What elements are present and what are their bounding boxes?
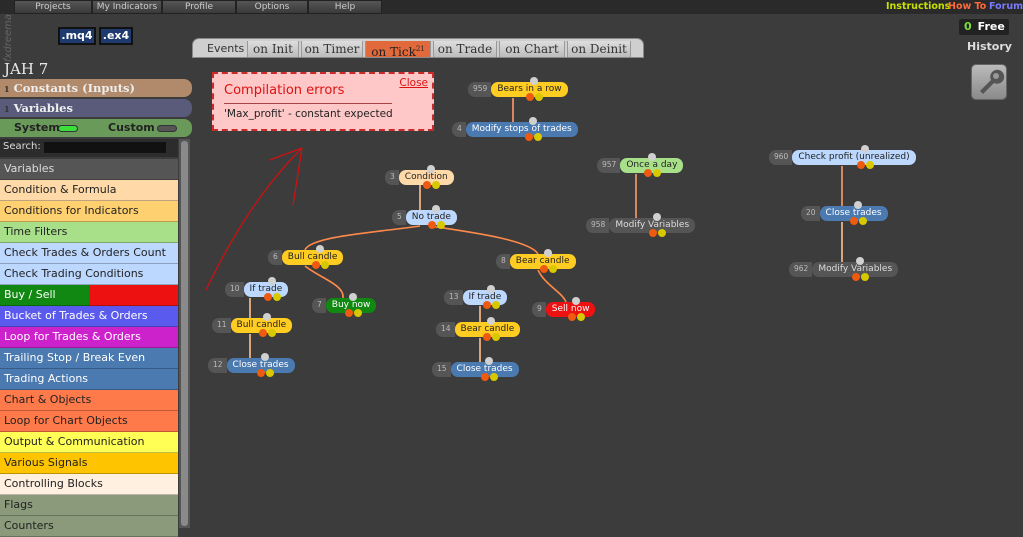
block-modify-stops-of-trades-4[interactable]: 4 Modify stops of trades [452,122,578,137]
block-id: 960 [769,150,793,165]
block-output-connector[interactable] [525,93,534,101]
block-modify-variables-958[interactable]: 958 Modify Variables [586,218,696,233]
block-once-a-day-957[interactable]: 957 Once a day [597,158,684,173]
compilation-errors-popup: Compilation errors Close 'Max_profit' - … [212,72,434,131]
block-bear-candle-8[interactable]: 8 Bear candle [496,254,576,269]
block-input-connector[interactable] [571,297,580,305]
error-divider [224,103,392,104]
block-output-connector[interactable] [653,169,661,177]
block-id: 11 [212,318,231,333]
block-output-connector[interactable] [576,313,585,321]
block-output-connector[interactable] [856,161,865,169]
block-output-connector[interactable] [427,221,436,229]
block-close-trades-20[interactable]: 20 Close trades [801,206,888,221]
block-id: 14 [436,322,455,337]
block-id: 3 [385,170,399,185]
block-bears-in-a-row-959[interactable]: 959 Bears in a row [468,82,568,97]
block-output-connector[interactable] [644,169,652,177]
block-id: 959 [468,82,492,97]
block-id: 15 [432,362,451,377]
block-modify-variables-962[interactable]: 962 Modify Variables [789,262,899,277]
block-label: Modify stops of trades [465,122,578,137]
block-id: 962 [789,262,813,277]
block-output-connector[interactable] [539,265,548,273]
block-input-connector[interactable] [648,153,656,161]
block-input-connector[interactable] [860,145,869,153]
block-output-connector[interactable] [865,161,874,169]
block-id: 6 [268,250,282,265]
block-output-connector[interactable] [267,329,276,337]
block-close-trades-15[interactable]: 15 Close trades [432,362,519,377]
block-input-connector[interactable] [543,249,552,257]
block-output-connector[interactable] [353,309,362,317]
block-label: Check profit (unrealized) [792,150,916,165]
block-bull-candle-6[interactable]: 6 Bull candle [268,250,344,265]
error-popup-title: Compilation errors [224,83,345,98]
block-check-profit-unrealized-960[interactable]: 960 Check profit (unrealized) [769,150,916,165]
block-output-connector[interactable] [320,261,329,269]
block-input-connector[interactable] [262,313,271,321]
block-output-connector[interactable] [548,265,557,273]
error-popup-close[interactable]: Close [399,77,428,89]
block-input-connector[interactable] [486,317,495,325]
block-id: 958 [586,218,610,233]
block-id: 10 [225,282,244,297]
block-output-connector[interactable] [272,293,281,301]
block-output-connector[interactable] [436,221,445,229]
block-output-connector[interactable] [491,333,500,341]
block-output-connector[interactable] [534,93,543,101]
block-no-trade-5[interactable]: 5 No trade [392,210,457,225]
block-output-connector[interactable] [263,293,272,301]
block-condition-3[interactable]: 3 Condition [385,170,454,185]
block-bear-candle-14[interactable]: 14 Bear candle [436,322,521,337]
block-input-connector[interactable] [315,245,324,253]
red-annotation-arrow [205,147,303,291]
block-close-trades-12[interactable]: 12 Close trades [208,358,295,373]
block-bull-candle-11[interactable]: 11 Bull candle [212,318,293,333]
block-output-connector[interactable] [482,333,491,341]
block-output-connector[interactable] [491,301,500,309]
block-output-connector[interactable] [482,301,491,309]
block-id: 13 [444,290,463,305]
block-sell-now-9[interactable]: 9 Sell now [532,302,596,317]
block-input-connector[interactable] [348,293,357,301]
block-id: 8 [496,254,510,269]
block-id: 9 [532,302,546,317]
block-input-connector[interactable] [431,205,440,213]
block-id: 957 [597,158,621,173]
block-input-connector[interactable] [529,77,538,85]
block-id: 20 [801,206,820,221]
block-id: 5 [392,210,406,225]
block-id: 4 [452,122,466,137]
block-output-connector[interactable] [567,313,576,321]
block-id: 12 [208,358,227,373]
block-output-connector[interactable] [258,329,267,337]
block-input-connector[interactable] [267,277,276,285]
block-id: 7 [312,298,326,313]
block-output-connector[interactable] [344,309,353,317]
error-message: 'Max_profit' - constant expected [224,108,393,120]
block-input-connector[interactable] [486,285,495,293]
block-output-connector[interactable] [311,261,320,269]
